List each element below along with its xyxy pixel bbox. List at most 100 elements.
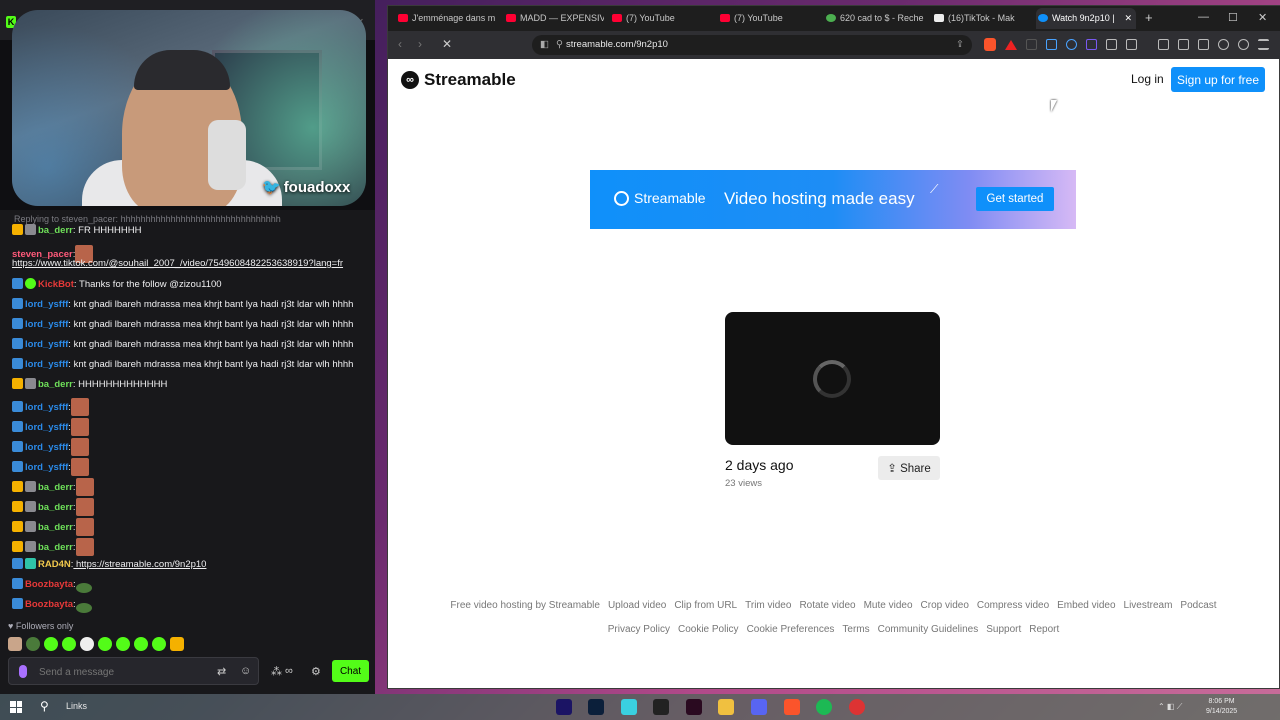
footer-link[interactable]: Embed video: [1057, 600, 1115, 611]
footer-link[interactable]: Livestream: [1124, 600, 1173, 611]
maximize-icon[interactable]: ☐: [1228, 11, 1238, 24]
chat-username[interactable]: KickBot: [38, 279, 74, 290]
valorant-icon[interactable]: [686, 699, 702, 715]
emote-icon[interactable]: [152, 637, 166, 651]
chat-username[interactable]: ba_derr: [38, 542, 73, 553]
footer-link[interactable]: Clip from URL: [674, 600, 737, 611]
footer-link[interactable]: Cookie Preferences: [747, 624, 835, 635]
chat-username[interactable]: lord_ysfff: [25, 462, 68, 473]
chat-link[interactable]: https://streamable.com/9n2p10: [73, 559, 206, 570]
infinity-icon[interactable]: ∞: [285, 665, 293, 677]
spotify-icon[interactable]: [816, 699, 832, 715]
windows-start-icon[interactable]: [10, 701, 22, 713]
extension-icon[interactable]: [1126, 39, 1137, 50]
footer-link[interactable]: Compress video: [977, 600, 1049, 611]
puzzle-icon[interactable]: [1106, 39, 1117, 50]
footer-link[interactable]: Community Guidelines: [878, 624, 979, 635]
footer-link[interactable]: Privacy Policy: [608, 624, 670, 635]
chat-username[interactable]: lord_ysfff: [25, 359, 68, 370]
tab-3[interactable]: (7) YouTube: [610, 8, 710, 29]
capcut-icon[interactable]: [653, 699, 669, 715]
site-logo[interactable]: ∞ Streamable: [401, 70, 516, 90]
forward-icon[interactable]: ›: [418, 37, 422, 51]
emoji-icon[interactable]: ☺: [240, 665, 251, 677]
tab-7-active[interactable]: Watch 9n2p10 | ✕: [1036, 8, 1136, 29]
file-explorer-icon[interactable]: [718, 699, 734, 715]
footer-link[interactable]: Mute video: [864, 600, 913, 611]
chat-username[interactable]: ba_derr: [38, 522, 73, 533]
extension-icon[interactable]: [1066, 39, 1077, 50]
footer-link[interactable]: Free video hosting by Streamable: [450, 600, 600, 611]
login-link[interactable]: Log in: [1131, 72, 1164, 86]
emote-icon[interactable]: [26, 637, 40, 651]
chat-username[interactable]: ba_derr: [38, 482, 73, 493]
bookmark-icon[interactable]: ◧: [540, 35, 549, 55]
brave-rewards-icon[interactable]: [1005, 40, 1017, 50]
footer-link[interactable]: Support: [986, 624, 1021, 635]
footer-link[interactable]: Trim video: [745, 600, 791, 611]
brave-shields-icon[interactable]: [984, 38, 996, 51]
brave-icon[interactable]: [784, 699, 800, 715]
chat-username[interactable]: ba_derr: [38, 225, 73, 236]
chat-username[interactable]: lord_ysfff: [25, 299, 68, 310]
app-icon[interactable]: [621, 699, 637, 715]
close-window-icon[interactable]: ✕: [1258, 11, 1267, 24]
chat-input[interactable]: [39, 662, 209, 682]
system-tray-icon[interactable]: ⌃ ◧ ⟋: [1158, 702, 1182, 712]
footer-link[interactable]: Cookie Policy: [678, 624, 739, 635]
premiere-icon[interactable]: [556, 699, 572, 715]
audio-icon[interactable]: [1046, 39, 1057, 50]
tab-4[interactable]: (7) YouTube: [718, 8, 818, 29]
vpn-icon[interactable]: [1238, 39, 1249, 50]
loading-icon[interactable]: ✕: [442, 37, 452, 51]
footer-link[interactable]: Terms: [842, 624, 869, 635]
close-tab-icon[interactable]: ✕: [1124, 8, 1132, 29]
chat-username[interactable]: lord_ysfff: [25, 339, 68, 350]
gift-icon[interactable]: ⁂: [271, 665, 282, 678]
chat-username[interactable]: lord_ysfff: [25, 422, 68, 433]
emote-icon[interactable]: [98, 637, 112, 651]
tab-2[interactable]: MADD — EXPENSIVE: [504, 8, 604, 29]
photoshop-icon[interactable]: [588, 699, 604, 715]
emote-icon[interactable]: [170, 637, 184, 651]
address-bar[interactable]: ◧ ⚲ streamable.com/9n2p10 ⇪: [532, 35, 972, 55]
back-icon[interactable]: ‹: [398, 37, 402, 51]
wallet-icon[interactable]: [1198, 39, 1209, 50]
tab-5[interactable]: 620 cad to $ - Reche: [824, 8, 924, 29]
footer-link[interactable]: Crop video: [921, 600, 969, 611]
get-started-button[interactable]: Get started: [976, 187, 1054, 211]
chat-username[interactable]: RAD4N: [38, 559, 71, 570]
chat-username[interactable]: Boozbayta: [25, 579, 73, 590]
share-page-icon[interactable]: ⇪: [956, 35, 964, 55]
emote-icon[interactable]: [134, 637, 148, 651]
signup-button[interactable]: Sign up for free: [1171, 67, 1265, 92]
clock[interactable]: 8:06 PM 9/14/2025: [1206, 697, 1237, 717]
discord-icon[interactable]: [751, 699, 767, 715]
tab-1[interactable]: J'emménage dans m: [396, 8, 496, 29]
emote-icon[interactable]: [62, 637, 76, 651]
site-settings-icon[interactable]: ⚲: [556, 35, 563, 55]
emote-icon[interactable]: [44, 637, 58, 651]
settings-icon[interactable]: ⚙: [311, 665, 321, 678]
chat-username[interactable]: ba_derr: [38, 379, 73, 390]
extension-icon[interactable]: [1026, 39, 1037, 50]
chat-username[interactable]: lord_ysfff: [25, 442, 68, 453]
footer-link[interactable]: Report: [1029, 624, 1059, 635]
menu-icon[interactable]: [1258, 39, 1269, 50]
footer-link[interactable]: Rotate video: [799, 600, 855, 611]
media-icon[interactable]: [1158, 39, 1169, 50]
links-label[interactable]: Links: [66, 701, 87, 711]
translate-icon[interactable]: ⇄: [217, 665, 226, 678]
app-icon[interactable]: [849, 699, 865, 715]
chat-username[interactable]: Boozbayta: [25, 599, 73, 610]
extension-icon[interactable]: [1086, 39, 1097, 50]
chat-send-button[interactable]: Chat: [332, 660, 369, 682]
search-icon[interactable]: ⚲: [40, 699, 49, 713]
minimize-icon[interactable]: —: [1198, 11, 1209, 23]
share-button[interactable]: ⇪ Share: [878, 456, 940, 480]
sidebar-icon[interactable]: [1178, 39, 1189, 50]
emote-icon[interactable]: [116, 637, 130, 651]
chat-username[interactable]: lord_ysfff: [25, 402, 68, 413]
microphone-icon[interactable]: [19, 665, 27, 678]
avatar[interactable]: [8, 637, 22, 651]
